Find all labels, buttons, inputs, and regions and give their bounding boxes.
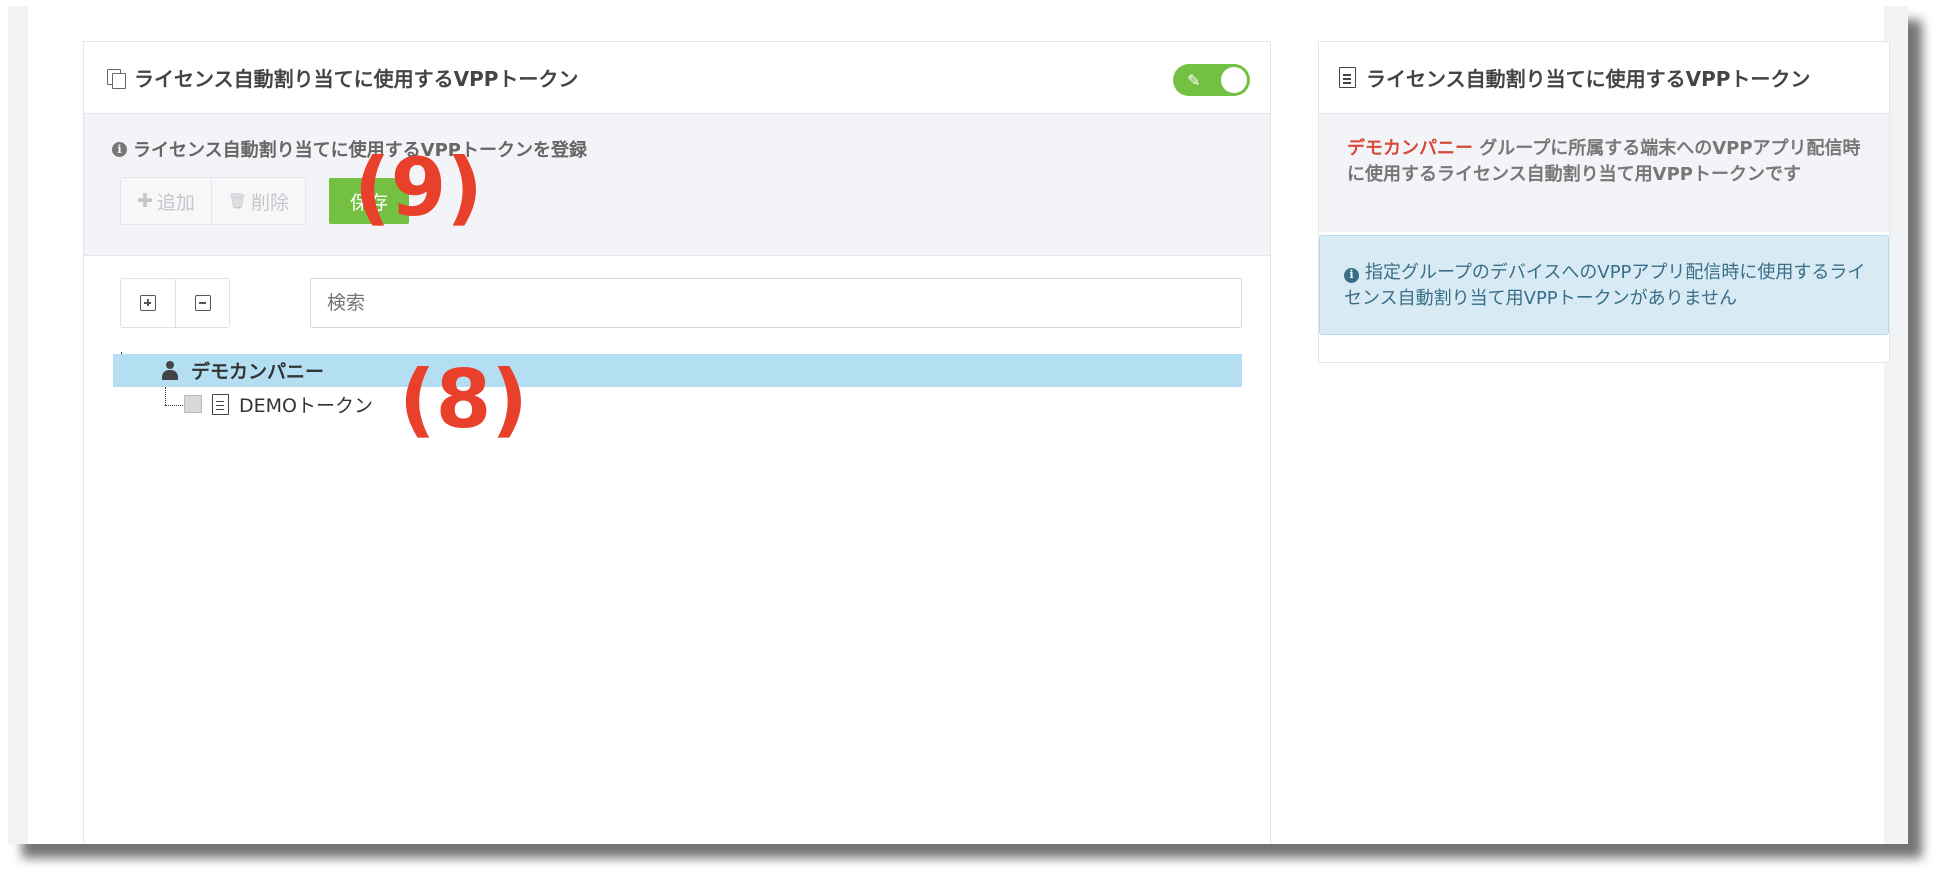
- add-button-label: 追加: [156, 191, 195, 214]
- right-panel-header: ライセンス自動割り当てに使用するVPPトークン: [1319, 42, 1889, 114]
- company-name: デモカンパニー: [1347, 138, 1473, 159]
- info-alert: i 指定グループのデバイスへのVPPアプリ配信時に使用するライセンス自動割り当て用…: [1319, 235, 1889, 335]
- page-content: ライセンス自動割り当てに使用するVPPトークン ✎ i ライセンス自動割り当てに…: [28, 6, 1890, 844]
- document-icon: [1339, 67, 1356, 88]
- right-panel-description: デモカンパニー グループに所属する端末へのVPPアプリ配信時に使用するライセンス…: [1319, 114, 1889, 232]
- annotation-9: (9): [354, 141, 483, 234]
- action-button-group: ✚ 追加 🗑 削除: [120, 177, 306, 225]
- panel-title: ライセンス自動割り当てに使用するVPPトークン: [134, 67, 579, 91]
- expand-all-button[interactable]: [121, 279, 175, 327]
- tree-node-root[interactable]: デモカンパニー: [113, 354, 1242, 387]
- expand-icon: [140, 295, 156, 311]
- toolbar-info: i ライセンス自動割り当てに使用するVPPトークンを登録: [112, 136, 587, 162]
- document-icon: [212, 393, 229, 415]
- add-button[interactable]: ✚ 追加: [121, 178, 211, 224]
- tree-child-label: DEMOトークン: [239, 394, 373, 417]
- edit-mode-toggle[interactable]: ✎: [1173, 64, 1250, 96]
- toggle-knob: [1221, 67, 1247, 93]
- right-panel-title: ライセンス自動割り当てに使用するVPPトークン: [1366, 67, 1811, 91]
- info-icon: i: [1344, 267, 1359, 283]
- plus-icon: ✚: [137, 190, 153, 212]
- delete-button[interactable]: 🗑 削除: [210, 178, 305, 224]
- search-input[interactable]: [310, 278, 1242, 328]
- delete-button-label: 削除: [250, 191, 289, 214]
- user-icon: [161, 360, 179, 381]
- trash-icon: 🗑: [227, 192, 247, 210]
- panel-header: ライセンス自動割り当てに使用するVPPトークン ✎: [84, 42, 1270, 114]
- info-icon: i: [112, 141, 127, 157]
- screenshot-frame: ライセンス自動割り当てに使用するVPPトークン ✎ i ライセンス自動割り当てに…: [8, 6, 1908, 844]
- collapse-all-button[interactable]: [175, 279, 229, 327]
- copy-icon: [106, 68, 126, 89]
- alert-text: 指定グループのデバイスへのVPPアプリ配信時に使用するライセンス自動割り当て用V…: [1344, 262, 1866, 309]
- edit-icon: ✎: [1187, 70, 1201, 90]
- tree-tools: [120, 278, 230, 328]
- tree-node-child[interactable]: DEMOトークン: [160, 387, 373, 421]
- tree-root-label: デモカンパニー: [191, 361, 325, 383]
- toolbar-area: i ライセンス自動割り当てに使用するVPPトークンを登録 ✚ 追加 🗑 削除 保…: [84, 114, 1270, 256]
- checkbox-icon[interactable]: [184, 395, 202, 413]
- vpp-token-info-panel: ライセンス自動割り当てに使用するVPPトークン デモカンパニー グループに所属す…: [1318, 41, 1890, 363]
- annotation-8: (8): [399, 353, 528, 446]
- collapse-icon: [194, 295, 211, 311]
- vpp-token-editor-panel: ライセンス自動割り当てに使用するVPPトークン ✎ i ライセンス自動割り当てに…: [83, 41, 1271, 844]
